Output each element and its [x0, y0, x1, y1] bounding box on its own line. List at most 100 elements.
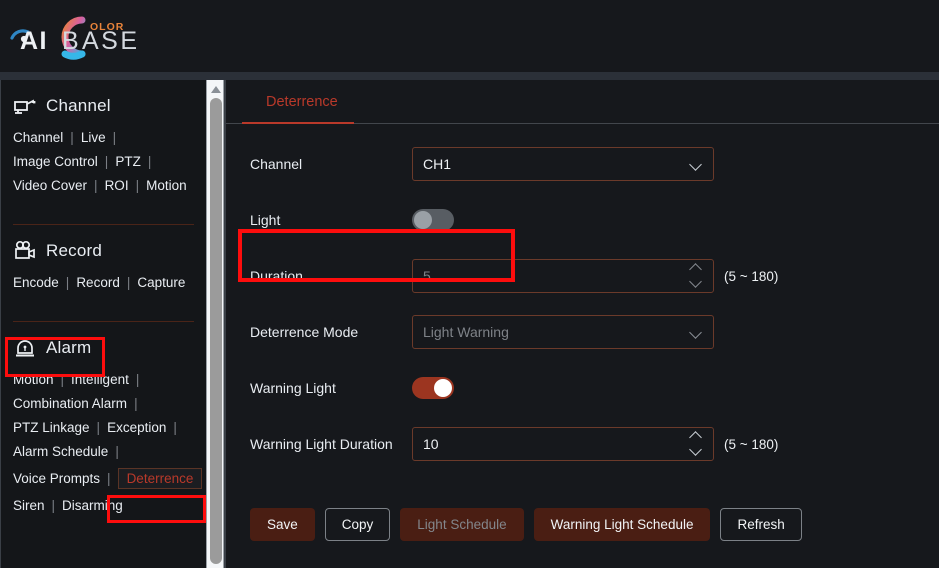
sidebar-item-motion[interactable]: Motion: [146, 178, 187, 193]
svg-text:B: B: [62, 27, 81, 55]
sidebar-item-exception[interactable]: Exception: [107, 420, 166, 435]
warning-light-duration-range-hint: (5 ~ 180): [724, 436, 779, 452]
sidebar-links-channel: Channel | Live | Image Control | PTZ | V…: [1, 130, 206, 212]
channel-select-wrapper: CH1: [412, 147, 714, 181]
separator: |: [60, 372, 65, 387]
sidebar-item-capture[interactable]: Capture: [137, 275, 185, 290]
scrollbar-thumb[interactable]: [210, 98, 222, 564]
sidebar-item-video-cover[interactable]: Video Cover: [13, 178, 87, 193]
warning-light-toggle-wrapper: [412, 377, 454, 399]
chevron-down-icon: [690, 160, 703, 168]
warning-light-toggle[interactable]: [412, 377, 454, 399]
row-channel: Channel CH1: [226, 146, 939, 182]
sidebar: Channel Channel | Live | Image Control |…: [0, 80, 206, 568]
sidebar-group-alarm: Alarm Motion | Intelligent | Combination…: [1, 322, 206, 532]
sidebar-item-record[interactable]: Record: [76, 275, 120, 290]
sidebar-item-deterrence[interactable]: Deterrence: [117, 468, 203, 489]
sidebar-item-ptz[interactable]: PTZ: [115, 154, 141, 169]
sidebar-group-header-record[interactable]: Record: [1, 225, 206, 275]
warning-light-duration-value: 10: [423, 436, 439, 452]
sidebar-scrollbar[interactable]: [206, 80, 224, 568]
sidebar-item-intelligent[interactable]: Intelligent: [71, 372, 129, 387]
copy-button[interactable]: Copy: [324, 508, 391, 541]
sidebar-link-row: Siren | Disarming: [13, 498, 196, 513]
sidebar-link-row: Combination Alarm |: [13, 396, 196, 411]
separator: |: [70, 130, 74, 145]
deterrence-mode-select[interactable]: Light Warning: [412, 315, 714, 349]
separator: |: [96, 420, 101, 435]
sidebar-group-header-channel[interactable]: Channel: [1, 80, 206, 130]
light-schedule-button[interactable]: Light Schedule: [400, 508, 524, 541]
deterrence-form: Channel CH1 Light Duration 5 (5 ~ 180) D…: [226, 124, 939, 541]
deterrence-mode-select-wrapper: Light Warning: [412, 315, 714, 349]
sidebar-item-image-control[interactable]: Image Control: [13, 154, 98, 169]
siren-icon: [13, 336, 37, 360]
separator: |: [94, 178, 98, 193]
sidebar-link-row: Voice Prompts | Deterrence |: [13, 468, 203, 489]
separator: |: [65, 275, 70, 290]
sidebar-item-live[interactable]: Live: [81, 130, 106, 145]
sidebar-link-row: Motion | Intelligent |: [13, 372, 196, 387]
separator: |: [135, 372, 140, 387]
separator: |: [134, 396, 138, 411]
separator: |: [107, 471, 111, 486]
refresh-button[interactable]: Refresh: [720, 508, 802, 541]
sidebar-item-channel[interactable]: Channel: [13, 130, 63, 145]
label-duration: Duration: [250, 268, 303, 284]
video-camera-icon: [13, 239, 37, 263]
duration-range-hint: (5 ~ 180): [724, 268, 779, 284]
camera-icon: [13, 94, 37, 118]
sidebar-link-row: Video Cover | ROI | Motion: [13, 178, 196, 193]
header-divider: [0, 72, 939, 80]
tab-deterrence[interactable]: Deterrence: [246, 80, 366, 124]
sidebar-item-ptz-linkage[interactable]: PTZ Linkage: [13, 420, 90, 435]
svg-text:OLOR: OLOR: [90, 21, 124, 33]
sidebar-item-disarming[interactable]: Disarming: [62, 498, 123, 513]
separator: |: [115, 444, 119, 459]
sidebar-item-alarm-schedule[interactable]: Alarm Schedule: [13, 444, 108, 459]
sidebar-item-motion-alarm[interactable]: Motion: [13, 372, 54, 387]
sidebar-item-encode[interactable]: Encode: [13, 275, 59, 290]
channel-select-value: CH1: [423, 156, 452, 172]
row-light: Light: [226, 202, 939, 238]
light-toggle[interactable]: [412, 209, 454, 231]
warning-light-schedule-button[interactable]: Warning Light Schedule: [533, 508, 711, 541]
sidebar-links-alarm: Motion | Intelligent | Combination Alarm…: [1, 372, 206, 532]
sidebar-group-title: Record: [46, 241, 103, 260]
label-deterrence-mode: Deterrence Mode: [250, 324, 359, 340]
separator: |: [104, 154, 109, 169]
row-warning-light-duration: Warning Light Duration 10 (5 ~ 180): [226, 426, 939, 462]
label-light: Light: [250, 212, 281, 228]
channel-select[interactable]: CH1: [412, 147, 714, 181]
sidebar-item-combination-alarm[interactable]: Combination Alarm: [13, 396, 127, 411]
sidebar-item-siren[interactable]: Siren: [13, 498, 45, 513]
warning-light-duration-input-wrapper: 10: [412, 427, 714, 461]
duration-value: 5: [423, 268, 431, 284]
sidebar-item-voice-prompts[interactable]: Voice Prompts: [13, 471, 100, 486]
save-button[interactable]: Save: [250, 508, 315, 541]
sidebar-item-roi[interactable]: ROI: [105, 178, 129, 193]
sidebar-group-header-alarm[interactable]: Alarm: [1, 322, 206, 372]
row-warning-light: Warning Light: [226, 370, 939, 406]
sidebar-group-title: Channel: [46, 96, 111, 115]
sidebar-link-row: Alarm Schedule |: [13, 444, 196, 459]
spinner-icon[interactable]: [689, 263, 703, 288]
action-buttons: Save Copy Light Schedule Warning Light S…: [226, 482, 939, 541]
sidebar-link-row: Image Control | PTZ |: [13, 154, 196, 169]
chevron-down-icon: [690, 328, 703, 336]
duration-input[interactable]: 5: [412, 259, 714, 293]
scroll-up-arrow-icon[interactable]: [207, 82, 225, 96]
toggle-knob: [434, 379, 452, 397]
separator: |: [173, 420, 177, 435]
deterrence-mode-value: Light Warning: [423, 324, 509, 340]
separator: |: [112, 130, 117, 145]
warning-light-duration-input[interactable]: 10: [412, 427, 714, 461]
sidebar-link-row: Channel | Live |: [13, 130, 196, 145]
sidebar-link-row: PTZ Linkage | Exception |: [13, 420, 196, 435]
label-channel: Channel: [250, 156, 303, 172]
sidebar-group-record: Record Encode | Record | Capture: [1, 225, 206, 309]
separator: |: [126, 275, 131, 290]
spinner-icon[interactable]: [689, 431, 703, 456]
separator: |: [147, 154, 152, 169]
sidebar-links-record: Encode | Record | Capture: [1, 275, 206, 309]
